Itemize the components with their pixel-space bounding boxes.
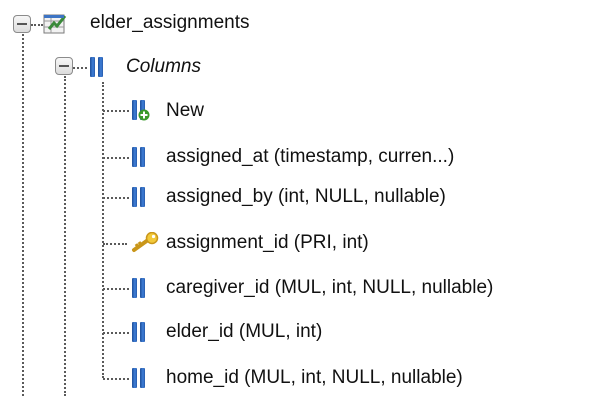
tree-item-label[interactable]: caregiver_id (MUL, int, NULL, nullable): [166, 276, 493, 300]
column-icon: [132, 147, 146, 167]
tree-guide-line: [64, 76, 66, 396]
column-icon: [132, 278, 146, 298]
columns-icon: [90, 57, 104, 77]
columns-group-label[interactable]: Columns: [126, 55, 201, 79]
tree-item-label[interactable]: assigned_at (timestamp, curren...): [166, 145, 454, 169]
collapse-toggle-icon[interactable]: [13, 15, 31, 33]
tree-connector: [103, 378, 129, 380]
tree-connector: [103, 243, 127, 245]
primary-key-icon: [132, 232, 159, 252]
new-column-icon: [132, 100, 150, 121]
tree-item-label[interactable]: elder_id (MUL, int): [166, 320, 322, 344]
tree-connector: [103, 332, 129, 334]
tree-item-label[interactable]: assigned_by (int, NULL, nullable): [166, 185, 446, 209]
column-icon: [132, 368, 146, 388]
column-icon: [132, 187, 146, 207]
tree-connector: [103, 288, 129, 290]
tree-item-label[interactable]: home_id (MUL, int, NULL, nullable): [166, 366, 463, 390]
tree-connector: [103, 197, 129, 199]
navigation-tree: elder_assignments Columns New assigned_a…: [0, 0, 598, 396]
table-label[interactable]: elder_assignments: [90, 11, 249, 35]
table-icon: [43, 14, 67, 34]
tree-connector: [103, 157, 129, 159]
tree-connector: [31, 24, 43, 26]
tree-guide-line: [22, 34, 24, 396]
tree-item-label[interactable]: New: [166, 99, 204, 123]
collapse-toggle-icon[interactable]: [55, 57, 73, 75]
column-icon: [132, 322, 146, 342]
tree-connector: [103, 110, 129, 112]
tree-connector: [73, 67, 87, 69]
tree-item-label[interactable]: assignment_id (PRI, int): [166, 231, 369, 255]
